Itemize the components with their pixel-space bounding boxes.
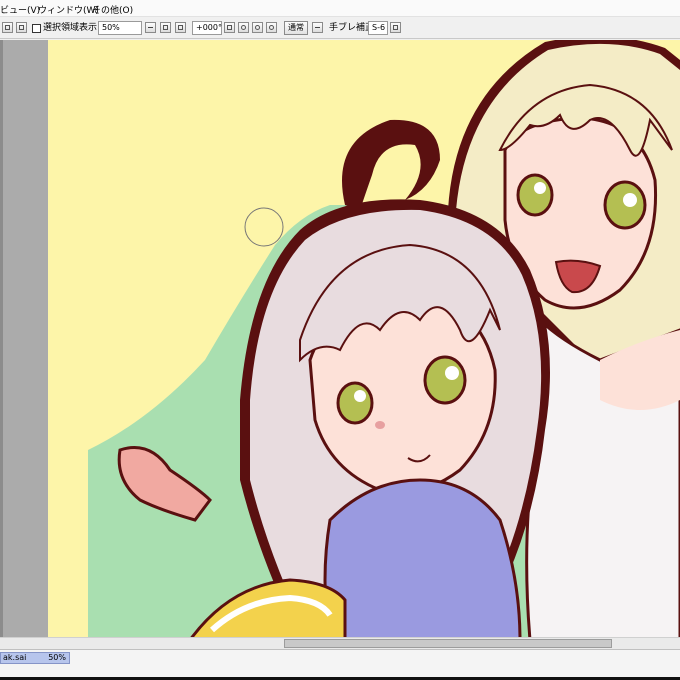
- rotate-right-icon[interactable]: [252, 22, 263, 33]
- silver-eye-left-highlight: [354, 390, 366, 402]
- blonde-eye-right-highlight: [623, 193, 637, 207]
- silver-eye-right-highlight: [445, 366, 459, 380]
- menu-view[interactable]: ビュー(V): [0, 3, 40, 16]
- panel-edge: [0, 40, 3, 637]
- rotate-left-icon[interactable]: [238, 22, 249, 33]
- menu-other[interactable]: その他(O): [92, 3, 133, 16]
- ahoge: [342, 119, 440, 210]
- silver-eye-right: [423, 355, 467, 405]
- zoom-reset-icon[interactable]: [175, 22, 186, 33]
- layers-icon[interactable]: [16, 22, 27, 33]
- grid-icon[interactable]: [2, 22, 13, 33]
- document-zoom: 50%: [48, 653, 66, 662]
- menu-window[interactable]: ウィンドウ(W): [38, 3, 99, 16]
- zoom-out-icon[interactable]: [145, 22, 156, 33]
- blonde-eye-right: [603, 180, 647, 230]
- zoom-field[interactable]: 50%: [98, 21, 142, 35]
- stabilizer-icon[interactable]: [390, 22, 401, 33]
- selection-view-label: 選択領域表示: [43, 23, 98, 33]
- brush-cursor: [244, 207, 284, 247]
- blonde-eye-left-highlight: [534, 182, 546, 194]
- selection-view-checkbox[interactable]: [32, 24, 41, 33]
- flip-icon[interactable]: [312, 22, 323, 33]
- file-list-bar: ak.sai 50%: [0, 649, 680, 680]
- rotate-ccw-icon[interactable]: [266, 22, 277, 33]
- blend-mode-button[interactable]: 通常: [284, 21, 308, 35]
- stabilizer-field[interactable]: S-6: [368, 21, 388, 35]
- scrollbar-thumb[interactable]: [284, 639, 612, 648]
- drawing-canvas[interactable]: [48, 40, 680, 637]
- blonde-eye-left: [516, 173, 554, 217]
- horizontal-scrollbar[interactable]: [0, 637, 680, 649]
- document-filename: ak.sai: [3, 653, 27, 662]
- silver-nose: [375, 421, 385, 429]
- toolbar: 選択領域表示 50% +000° 通常 手ブレ補正 S-6: [0, 17, 680, 39]
- rotation-field[interactable]: +000°: [192, 21, 222, 35]
- zoom-in-icon[interactable]: [160, 22, 171, 33]
- menu-bar: ビュー(V) ウィンドウ(W) その他(O): [0, 0, 680, 17]
- rotate-reset-icon[interactable]: [224, 22, 235, 33]
- artwork: [88, 40, 680, 637]
- document-tab[interactable]: ak.sai 50%: [0, 652, 70, 664]
- silver-eye-left: [336, 381, 374, 425]
- left-panel: [0, 40, 48, 637]
